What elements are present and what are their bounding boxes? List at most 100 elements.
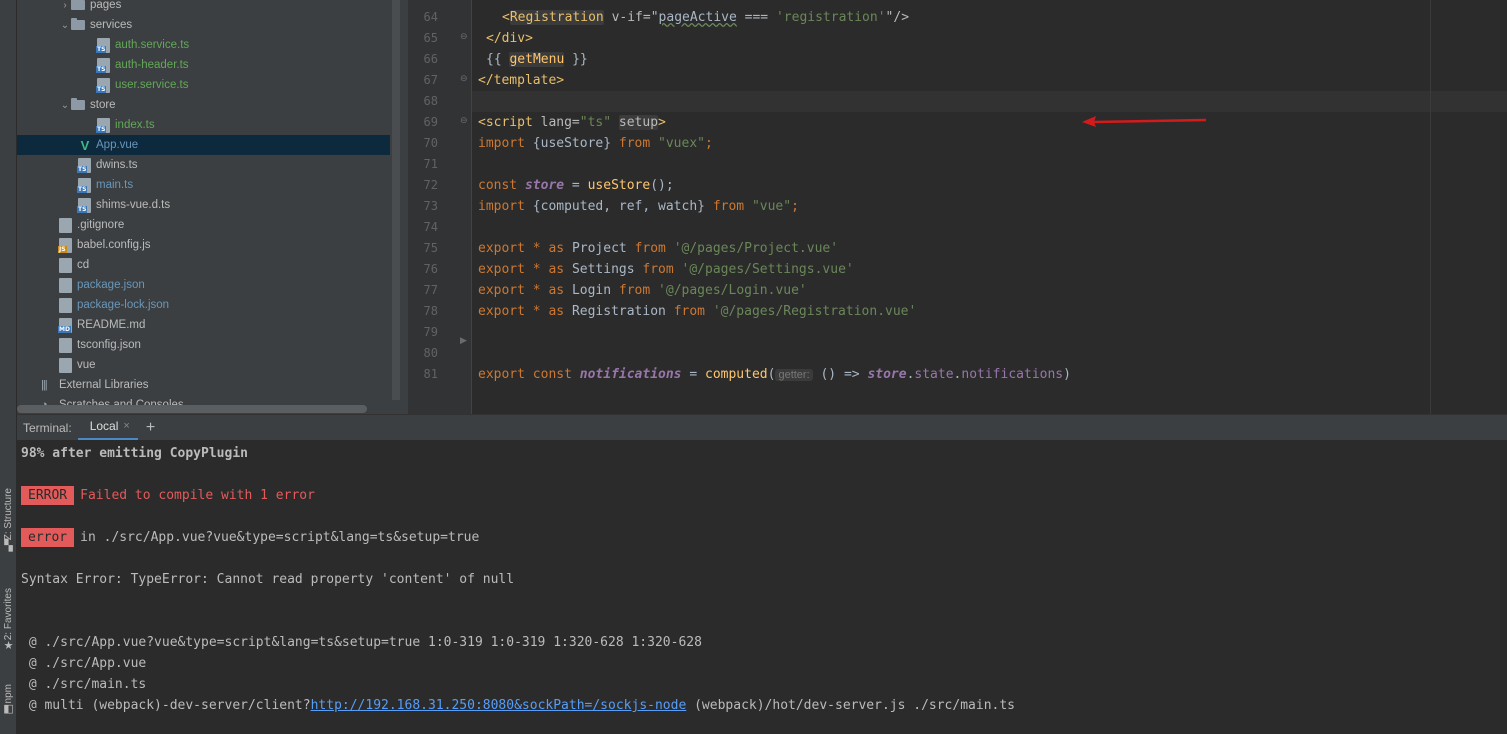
tree-file-vue[interactable]: vue: [17, 355, 390, 375]
structure-icon: ▚: [4, 539, 13, 553]
tree-folder-pages[interactable]: › pages: [17, 0, 390, 15]
tree-item-label: vue: [77, 359, 96, 371]
tree-file-main-ts[interactable]: TS main.ts: [17, 175, 390, 195]
tree-file-dwins-ts[interactable]: TS dwins.ts: [17, 155, 390, 175]
chevron-right-icon[interactable]: ›: [59, 0, 71, 11]
terminal-line: 98% after emitting CopyPlugin: [21, 446, 248, 461]
terminal-line: @ ./src/main.ts: [21, 677, 147, 692]
tree-item-label: shims-vue.d.ts: [96, 199, 171, 211]
tree-item-label: dwins.ts: [96, 159, 138, 171]
terminal-output[interactable]: 98% after emitting CopyPlugin ERROR Faile…: [17, 440, 1507, 734]
code-line-76: export * as Settings from '@/pages/Setti…: [478, 262, 854, 277]
error-badge: ERROR: [21, 486, 75, 505]
folder-icon: [71, 18, 85, 30]
line-number: 79: [423, 325, 438, 339]
code-line-77: export * as Login from '@/pages/Login.vu…: [478, 283, 807, 298]
tree-file-babel-config[interactable]: JS babel.config.js: [17, 235, 390, 255]
tree-item-label: package.json: [77, 279, 145, 291]
code-editor[interactable]: 64 65 66 67 68 69 70 71 72 73 74 75 76 7…: [400, 0, 1507, 414]
npm-tool-tab[interactable]: npm ◧: [0, 684, 17, 715]
terminal-tab-local[interactable]: Local ×: [77, 415, 138, 441]
tree-item-label: cd: [77, 259, 90, 271]
tree-file-gitignore[interactable]: .gitignore: [17, 215, 390, 235]
ts-file-icon: TS: [77, 177, 91, 193]
code-line-64: <Registration v-if="pageActive === 'regi…: [502, 10, 910, 25]
md-file-icon: MD: [58, 317, 72, 333]
ts-file-icon: TS: [96, 57, 110, 73]
folder-icon: [71, 98, 85, 110]
line-number: 75: [423, 241, 438, 255]
chevron-down-icon[interactable]: ⌄: [59, 100, 71, 111]
library-icon: |||: [41, 379, 48, 391]
terminal-line: @ ./src/App.vue?vue&type=script&lang=ts&…: [21, 635, 702, 650]
tree-file-package-json[interactable]: package.json: [17, 275, 390, 295]
ts-file-icon: TS: [77, 157, 91, 173]
close-icon[interactable]: ×: [123, 420, 129, 432]
terminal-line: @ ./src/App.vue: [21, 656, 147, 671]
json-file-icon: [59, 297, 72, 313]
js-file-icon: JS: [58, 237, 72, 253]
favorites-tool-tab[interactable]: 2: Favorites ★: [0, 588, 17, 652]
terminal-line: Syntax Error: TypeError: Cannot read pro…: [21, 572, 515, 587]
tree-file-auth-header[interactable]: TS auth-header.ts: [17, 55, 390, 75]
tree-file-app-vue[interactable]: V App.vue: [17, 135, 390, 155]
tree-file-auth-service[interactable]: TS auth.service.ts: [17, 35, 390, 55]
tree-file-cd[interactable]: cd: [17, 255, 390, 275]
code-line-78: export * as Registration from '@/pages/R…: [478, 304, 917, 319]
ts-file-icon: TS: [96, 117, 110, 133]
line-number: 67: [423, 73, 438, 87]
tree-file-tsconfig[interactable]: tsconfig.json: [17, 335, 390, 355]
line-number: 71: [423, 157, 438, 171]
vertical-scrollbar[interactable]: [392, 0, 400, 400]
tree-file-index-ts[interactable]: TS index.ts: [17, 115, 390, 135]
file-icon: [59, 217, 72, 233]
tree-folder-services[interactable]: ⌄ services: [17, 15, 390, 35]
npm-tab-label: npm: [3, 684, 14, 704]
file-icon: [59, 257, 72, 273]
tree-item-label: services: [90, 19, 133, 31]
red-arrow-annotation: [1082, 116, 1207, 127]
line-number: 72: [423, 178, 438, 192]
project-tree: › pages ⌄ services TS auth.service.ts TS…: [17, 0, 400, 414]
tree-file-user-service[interactable]: TS user.service.ts: [17, 75, 390, 95]
tree-item-label: pages: [90, 0, 122, 11]
tree-external-libraries[interactable]: ||| External Libraries: [17, 375, 390, 395]
line-number: 68: [423, 94, 438, 108]
json-file-icon: [59, 337, 72, 353]
add-terminal-button[interactable]: +: [146, 419, 155, 437]
error-location: in ./src/App.vue?vue&type=script&lang=ts…: [80, 530, 480, 545]
tree-item-label: main.ts: [96, 179, 134, 191]
code-line-65: </div>: [486, 31, 533, 46]
ts-file-icon: TS: [96, 77, 110, 93]
vue-file-icon: V: [80, 137, 90, 153]
tree-folder-store[interactable]: ⌄ store: [17, 95, 390, 115]
horizontal-scrollbar[interactable]: [17, 405, 367, 413]
line-number: 78: [423, 304, 438, 318]
run-marker-icon[interactable]: ▶: [460, 336, 467, 346]
terminal-line: @ multi (webpack)-dev-server/client?http…: [21, 698, 1016, 713]
tree-item-label: package-lock.json: [77, 299, 170, 311]
line-number: 76: [423, 262, 438, 276]
current-line-highlight: [472, 91, 1507, 112]
ts-file-icon: TS: [96, 37, 110, 53]
tree-file-package-lock[interactable]: package-lock.json: [17, 295, 390, 315]
tree-file-shims-vue[interactable]: TS shims-vue.d.ts: [17, 195, 390, 215]
line-number: 73: [423, 199, 438, 213]
tree-file-readme[interactable]: MD README.md: [17, 315, 390, 335]
dev-server-link[interactable]: http://192.168.31.250:8080&sockPath=/soc…: [311, 698, 687, 713]
structure-tool-tab[interactable]: Z: Structure ▚: [0, 488, 17, 552]
fold-icon[interactable]: ⊖: [460, 32, 468, 42]
error-message: Failed to compile with 1 error: [80, 488, 315, 503]
tree-item-label: user.service.ts: [115, 79, 189, 91]
fold-icon[interactable]: ⊖: [460, 116, 468, 126]
fold-icon[interactable]: ⊖: [460, 74, 468, 84]
chevron-down-icon[interactable]: ⌄: [59, 20, 71, 31]
tree-item-label: External Libraries: [59, 379, 149, 391]
star-icon: ★: [3, 639, 14, 653]
favorites-tab-label: 2: Favorites: [3, 588, 14, 641]
tree-item-label: index.ts: [115, 119, 155, 131]
ts-file-icon: TS: [77, 197, 91, 213]
terminal-header: Terminal: Local × +: [17, 414, 1507, 441]
code-line-81: export const notifications = computed(ge…: [478, 367, 1071, 382]
line-gutter: 64 65 66 67 68 69 70 71 72 73 74 75 76 7…: [408, 0, 472, 414]
